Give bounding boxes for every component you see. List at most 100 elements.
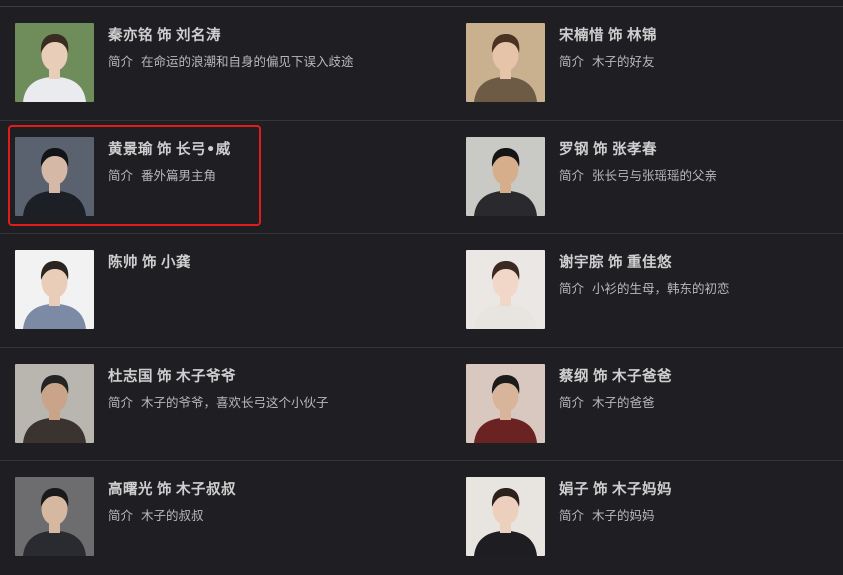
character-name: 长弓•威: [176, 141, 231, 158]
cast-avatar[interactable]: [466, 363, 545, 443]
cast-card[interactable]: 陈帅饰小龚: [15, 250, 415, 330]
role-separator: 饰: [157, 141, 172, 158]
intro-text: 木子的爷爷，喜欢长弓这个小伙子: [141, 394, 329, 410]
cast-avatar[interactable]: [466, 477, 545, 556]
cast-intro: 简介 番外篇男主角: [108, 167, 231, 185]
intro-text: 张长弓与张瑶瑶的父亲: [592, 167, 718, 183]
actor-name[interactable]: 高曙光: [108, 482, 153, 498]
cast-info: 黄景瑜饰长弓•威 简介 番外篇男主角: [108, 137, 231, 217]
intro-text: 在命运的浪潮和自身的偏见下误入歧途: [141, 54, 354, 69]
role-separator: 饰: [157, 28, 172, 44]
intro-text: 木子的好友: [592, 54, 655, 69]
cast-card[interactable]: 娟子饰木子妈妈 简介 木子的妈妈: [466, 477, 836, 557]
cast-card[interactable]: 黄景瑜饰长弓•威 简介 番外篇男主角: [15, 136, 415, 217]
character-name: 林锦: [627, 28, 657, 44]
cast-row: 黄景瑜饰长弓•威 简介 番外篇男主角 罗钢饰张孝春 简介 张长弓与张瑶瑶的父亲: [0, 121, 843, 234]
cast-name-line[interactable]: 宋楠惜饰林锦: [559, 26, 657, 46]
cast-avatar[interactable]: [15, 363, 94, 443]
intro-text: 木子的妈妈: [592, 508, 655, 523]
portrait-image: [15, 136, 94, 216]
intro-label: 简介: [559, 508, 585, 523]
actor-name[interactable]: 蔡纲: [559, 369, 589, 385]
intro-text: 木子的爸爸: [592, 394, 655, 410]
cast-avatar[interactable]: [466, 136, 545, 216]
actor-name[interactable]: 黄景瑜: [108, 142, 153, 158]
intro-text: 木子的叔叔: [141, 508, 204, 523]
role-separator: 饰: [608, 255, 623, 271]
cast-info: 高曙光饰木子叔叔 简介 木子的叔叔: [108, 477, 236, 557]
cast-intro: 简介 木子的妈妈: [559, 507, 672, 525]
cast-name-line[interactable]: 陈帅饰小龚: [108, 253, 191, 273]
cast-info: 秦亦铭饰刘名涛 简介 在命运的浪潮和自身的偏见下误入歧途: [108, 23, 354, 103]
character-name: 小龚: [161, 255, 191, 271]
portrait-image: [15, 23, 94, 102]
cast-info: 娟子饰木子妈妈 简介 木子的妈妈: [559, 477, 672, 557]
intro-text: 小衫的生母，韩东的初恋: [592, 281, 730, 296]
cast-intro: 简介 木子的爷爷，喜欢长弓这个小伙子: [108, 394, 329, 412]
cast-name-line[interactable]: 谢宇腙饰重佳悠: [559, 253, 730, 273]
cast-card[interactable]: 蔡纲饰木子爸爸 简介 木子的爸爸: [466, 363, 836, 444]
role-separator: 饰: [608, 28, 623, 44]
cast-name-line[interactable]: 秦亦铭饰刘名涛: [108, 26, 354, 46]
cast-name-line[interactable]: 高曙光饰木子叔叔: [108, 480, 236, 500]
actor-name[interactable]: 宋楠惜: [559, 28, 604, 44]
intro-label: 简介: [559, 394, 585, 410]
cast-row: 陈帅饰小龚 谢宇腙饰重佳悠 简介 小衫的生母，韩东的初恋: [0, 234, 843, 348]
cast-intro: 简介 张长弓与张瑶瑶的父亲: [559, 167, 717, 185]
cast-avatar[interactable]: [15, 136, 94, 216]
cast-avatar[interactable]: [466, 23, 545, 102]
portrait-image: [15, 477, 94, 556]
portrait-image: [466, 23, 545, 102]
portrait-image: [466, 363, 545, 443]
cast-card[interactable]: 宋楠惜饰林锦 简介 木子的好友: [466, 23, 836, 103]
intro-label: 简介: [559, 281, 585, 296]
cast-name-line[interactable]: 黄景瑜饰长弓•威: [108, 140, 231, 160]
intro-label: 简介: [108, 167, 134, 183]
character-name: 木子妈妈: [612, 482, 672, 498]
cast-intro: 简介 木子的叔叔: [108, 507, 236, 525]
cast-card[interactable]: 谢宇腙饰重佳悠 简介 小衫的生母，韩东的初恋: [466, 250, 836, 330]
cast-name-line[interactable]: 罗钢饰张孝春: [559, 140, 717, 160]
character-name: 刘名涛: [176, 28, 221, 44]
actor-name[interactable]: 娟子: [559, 482, 589, 498]
cast-row: 杜志国饰木子爷爷 简介 木子的爷爷，喜欢长弓这个小伙子 蔡纲饰木子爸爸 简介 木子的…: [0, 348, 843, 461]
portrait-image: [466, 136, 545, 216]
cast-card[interactable]: 罗钢饰张孝春 简介 张长弓与张瑶瑶的父亲: [466, 136, 836, 217]
cast-avatar[interactable]: [466, 250, 545, 329]
cast-info: 杜志国饰木子爷爷 简介 木子的爷爷，喜欢长弓这个小伙子: [108, 364, 329, 444]
actor-name[interactable]: 谢宇腙: [559, 255, 604, 271]
character-name: 木子叔叔: [176, 482, 236, 498]
cast-intro: 简介 在命运的浪潮和自身的偏见下误入歧途: [108, 53, 354, 71]
cast-intro: 简介 木子的爸爸: [559, 394, 672, 412]
cast-row: 秦亦铭饰刘名涛 简介 在命运的浪潮和自身的偏见下误入歧途 宋楠惜饰林锦 简介 木子的…: [0, 7, 843, 121]
actor-name[interactable]: 秦亦铭: [108, 28, 153, 44]
cast-list: 秦亦铭饰刘名涛 简介 在命运的浪潮和自身的偏见下误入歧途 宋楠惜饰林锦 简介 木子的…: [0, 7, 843, 575]
character-name: 木子爷爷: [176, 368, 236, 385]
portrait-image: [466, 477, 545, 556]
cast-avatar[interactable]: [15, 23, 94, 102]
character-name: 重佳悠: [627, 255, 672, 271]
cast-info: 蔡纲饰木子爸爸 简介 木子的爸爸: [559, 364, 672, 444]
cast-avatar[interactable]: [15, 477, 94, 556]
cast-name-line[interactable]: 杜志国饰木子爷爷: [108, 367, 329, 387]
role-separator: 饰: [157, 482, 172, 498]
role-separator: 饰: [593, 482, 608, 498]
intro-label: 简介: [108, 508, 134, 523]
actor-name[interactable]: 杜志国: [108, 369, 153, 385]
intro-label: 简介: [559, 167, 585, 183]
intro-text: 番外篇男主角: [141, 167, 217, 183]
character-name: 张孝春: [612, 141, 657, 158]
cast-card[interactable]: 秦亦铭饰刘名涛 简介 在命运的浪潮和自身的偏见下误入歧途: [15, 23, 415, 103]
cast-info: 谢宇腙饰重佳悠 简介 小衫的生母，韩东的初恋: [559, 250, 730, 330]
cast-card[interactable]: 杜志国饰木子爷爷 简介 木子的爷爷，喜欢长弓这个小伙子: [15, 363, 415, 444]
role-separator: 饰: [142, 255, 157, 271]
cast-name-line[interactable]: 娟子饰木子妈妈: [559, 480, 672, 500]
actor-name[interactable]: 罗钢: [559, 142, 589, 158]
role-separator: 饰: [593, 368, 608, 385]
cast-intro: 简介 小衫的生母，韩东的初恋: [559, 280, 730, 298]
portrait-image: [466, 250, 545, 329]
cast-card[interactable]: 高曙光饰木子叔叔 简介 木子的叔叔: [15, 477, 415, 557]
actor-name[interactable]: 陈帅: [108, 255, 138, 271]
cast-name-line[interactable]: 蔡纲饰木子爸爸: [559, 367, 672, 387]
cast-avatar[interactable]: [15, 250, 94, 329]
